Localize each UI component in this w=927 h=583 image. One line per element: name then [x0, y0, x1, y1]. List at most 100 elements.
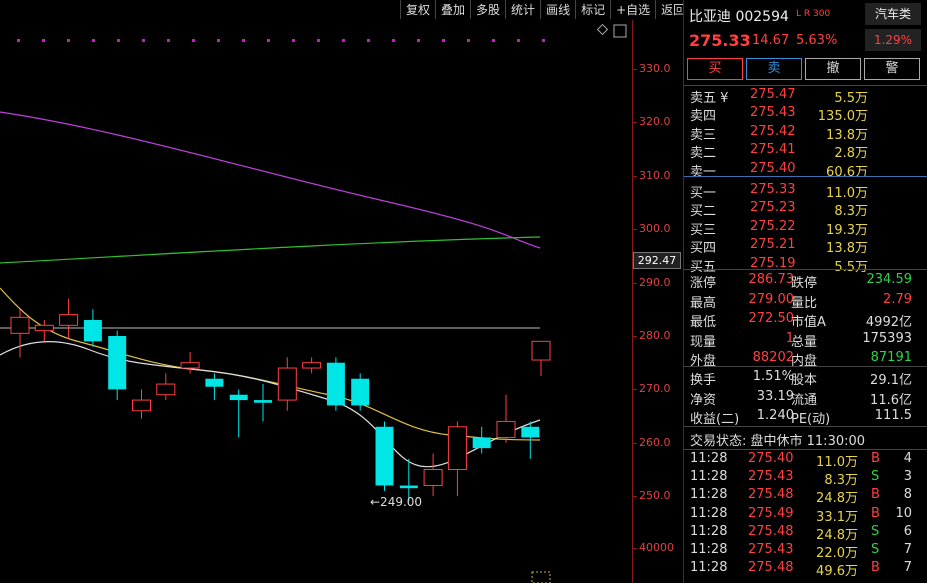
- candle-body: [521, 426, 540, 438]
- stat-label: PE(动): [791, 412, 831, 427]
- toolbar-draw-button[interactable]: 画线: [540, 0, 575, 19]
- toolbar-stats-button[interactable]: 统计: [505, 0, 540, 19]
- orderbook-volume: 13.8万: [826, 241, 868, 257]
- candle-body: [375, 426, 394, 486]
- event-marker-dot: [367, 39, 370, 42]
- tick-cell: B: [871, 560, 880, 576]
- diamond-icon[interactable]: [596, 23, 609, 36]
- tick-cell: 275.48: [748, 523, 794, 539]
- buy-button[interactable]: 买: [687, 58, 743, 80]
- tick-cell: 33.1万: [816, 509, 858, 525]
- stock-name-code: 比亚迪 002594: [689, 9, 789, 25]
- tick-cell: 7: [903, 560, 912, 576]
- stat-value: 29.1亿: [870, 373, 912, 388]
- tick-cell: 275.49: [748, 505, 794, 521]
- axis-tick-label: 270.0: [639, 382, 671, 396]
- tick-cell: B: [871, 487, 880, 503]
- candles: [10, 298, 551, 502]
- stat-label: 换手: [690, 373, 717, 388]
- axis-tick-label: 280.0: [639, 329, 671, 342]
- stat-label: 市值A: [791, 315, 826, 330]
- axis-tick-label: 250.0: [639, 489, 671, 503]
- tick-cell: 6: [903, 523, 912, 539]
- panel-toggle-icon[interactable]: [613, 24, 627, 38]
- kline-chart[interactable]: ←249.00: [0, 20, 632, 583]
- stat-label: 股本: [791, 373, 818, 388]
- orderbook-price: 275.42: [750, 123, 796, 139]
- candle-body: [229, 394, 248, 401]
- tick-cell: 275.48: [748, 560, 794, 576]
- tick-cell: 11:28: [690, 523, 728, 539]
- tick-cell: 22.0万: [816, 546, 858, 561]
- candle-body: [423, 469, 443, 487]
- candle-body: [399, 485, 418, 489]
- stat-value: 111.5: [874, 408, 912, 423]
- stat-value: 11.6亿: [870, 392, 912, 408]
- candle-body: [351, 378, 370, 406]
- stat-label: 现量: [690, 334, 717, 350]
- trade-status: 交易状态: 盘中休市 11:30:00: [690, 434, 866, 449]
- stat-label: 流通: [791, 392, 818, 408]
- tick-cell: 11:28: [690, 542, 728, 557]
- event-marker-dot: [317, 39, 320, 42]
- stock-tags: L R 300: [796, 9, 831, 19]
- orderbook-volume: 5.5万: [834, 259, 868, 275]
- sector-name[interactable]: 汽车类: [865, 3, 921, 25]
- toolbar-mark-button[interactable]: 标记: [575, 0, 610, 19]
- candle-body: [59, 314, 79, 326]
- candle-body: [496, 420, 516, 438]
- orderbook-volume: 2.8万: [834, 146, 868, 162]
- tick-cell: 275.43: [748, 469, 794, 485]
- orderbook-volume: 8.3万: [834, 204, 868, 220]
- orderbook-level-label: 买一: [690, 186, 717, 201]
- tick-cell: 7: [903, 542, 912, 557]
- tick-cell: 275.40: [748, 451, 794, 466]
- event-marker-dot: [167, 39, 170, 42]
- candle-body: [132, 399, 151, 412]
- orderbook-volume: 13.8万: [826, 127, 868, 143]
- cancel-order-button[interactable]: 撤: [805, 58, 861, 80]
- ma-green-line: [0, 236, 541, 264]
- stat-value: 88202: [752, 350, 794, 365]
- ma-purple-line: [0, 111, 541, 249]
- alert-button[interactable]: 警: [864, 58, 920, 80]
- sell-button[interactable]: 卖: [746, 58, 802, 80]
- tick-cell: 11:28: [690, 469, 728, 485]
- volume-bar: [531, 571, 551, 583]
- candle-body: [10, 316, 30, 334]
- toolbar-multistock-button[interactable]: 多股: [470, 0, 505, 19]
- axis-tick-label: 310.0: [639, 168, 671, 182]
- candle-body: [472, 437, 491, 449]
- tick-cell: 11:28: [690, 560, 728, 576]
- candle-body: [302, 362, 322, 369]
- sector-change: 1.29%: [865, 29, 921, 51]
- orderbook-price: 275.47: [750, 87, 796, 102]
- orderbook-level-label: 买二: [690, 204, 717, 220]
- event-marker-dot: [542, 39, 545, 42]
- axis-tick-label: 40000: [639, 541, 674, 554]
- candle-body: [180, 362, 200, 369]
- price-change: 14.67: [752, 33, 790, 48]
- candle-body: [326, 362, 345, 406]
- candle-body: [156, 383, 176, 396]
- toolbar-add-watchlist-button[interactable]: +自选: [610, 0, 655, 19]
- orderbook-price: 275.22: [750, 218, 796, 234]
- tick-cell: 49.6万: [816, 564, 858, 580]
- event-marker-dot: [192, 39, 195, 42]
- stat-label: 最低: [690, 315, 717, 330]
- candle-body: [83, 319, 102, 342]
- current-price-tag: 292.47: [633, 252, 681, 269]
- stat-label: 量比: [791, 295, 818, 311]
- orderbook-volume: 19.3万: [826, 222, 868, 238]
- toolbar-overlay-button[interactable]: 叠加: [435, 0, 470, 19]
- toolbar-fuquan-button[interactable]: 复权: [400, 0, 435, 19]
- orderbook-price: 275.21: [750, 237, 796, 253]
- price-change-pct: 5.63%: [796, 33, 838, 48]
- stat-value: 33.19: [756, 388, 794, 404]
- candle-body: [108, 336, 127, 390]
- axis-tick-label: 320.0: [639, 115, 671, 129]
- event-marker-dot: [417, 39, 420, 42]
- orderbook-price: 275.43: [750, 105, 796, 121]
- tick-cell: 275.43: [748, 542, 794, 557]
- stat-value: 175393: [862, 330, 912, 346]
